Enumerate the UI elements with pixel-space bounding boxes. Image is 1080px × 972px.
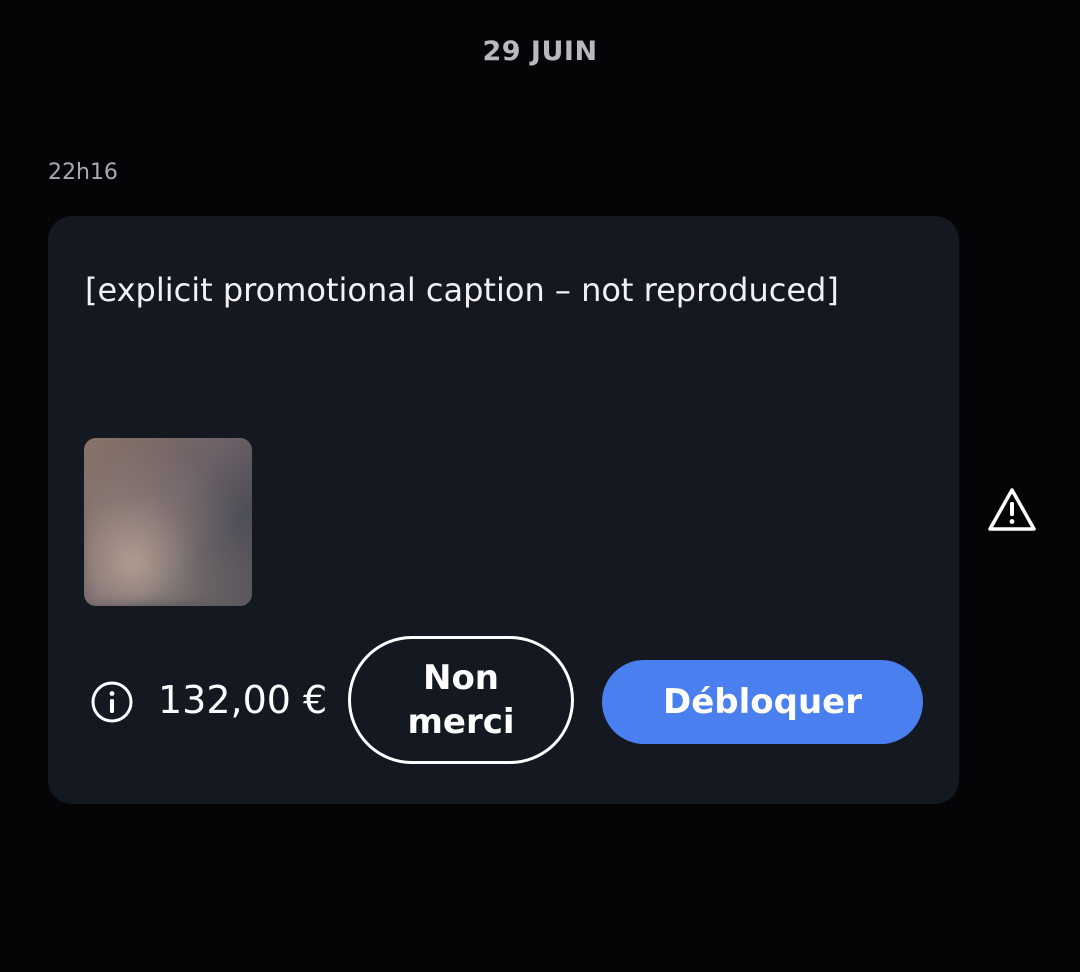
chat-screen: 29 JUIN 22h16 [explicit promotional capt…: [0, 0, 1080, 972]
info-icon[interactable]: [90, 680, 134, 724]
message-timestamp: 22h16: [48, 160, 118, 185]
unlock-button[interactable]: Débloquer: [602, 660, 923, 744]
media-blur-overlay: [84, 438, 252, 606]
decline-button[interactable]: Non merci: [348, 636, 574, 764]
date-divider: 29 JUIN: [482, 36, 598, 67]
warning-icon[interactable]: [986, 486, 1038, 534]
locked-media-thumbnail[interactable]: [84, 438, 252, 606]
message-bubble: [explicit promotional caption – not repr…: [48, 216, 959, 804]
unlock-offer-row: 132,00 € Non merci Débloquer: [84, 636, 924, 768]
message-text: [explicit promotional caption – not repr…: [85, 271, 839, 309]
unlock-price: 132,00 €: [158, 678, 328, 722]
